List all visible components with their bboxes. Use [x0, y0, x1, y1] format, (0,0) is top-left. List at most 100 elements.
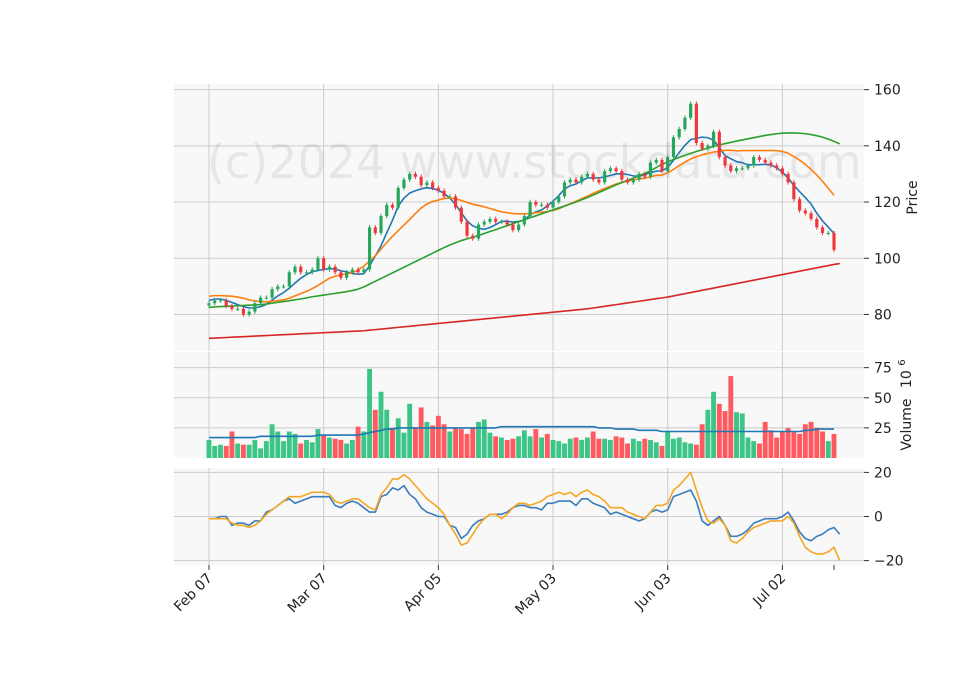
volume-bar	[676, 437, 682, 458]
candle-body	[224, 300, 228, 307]
candle-body	[786, 173, 790, 183]
candle-body	[241, 308, 245, 315]
candle-body	[712, 131, 716, 146]
volume-bar	[527, 436, 533, 458]
candle-body	[557, 196, 561, 203]
candle-body	[253, 303, 257, 312]
volume-bar	[636, 441, 642, 458]
volume-bar	[487, 432, 493, 458]
volume-bar	[544, 433, 550, 458]
oscillator-tick-label: 0	[874, 510, 883, 526]
volume-bar	[275, 431, 281, 458]
candle-body	[723, 157, 727, 166]
candle-body	[660, 159, 664, 172]
volume-bar	[326, 437, 332, 458]
price-tick-label: 100	[874, 251, 901, 267]
candle-body	[218, 300, 223, 302]
candle-body	[367, 227, 372, 270]
volume-bar	[831, 433, 837, 458]
candle-body	[694, 103, 698, 144]
candle-body	[264, 297, 268, 299]
volume-bar	[533, 429, 539, 458]
date-tick-label: Mar 07	[285, 571, 331, 617]
volume-bar	[246, 444, 252, 458]
volume-bar	[808, 421, 814, 458]
volume-bar	[447, 431, 453, 458]
candle-body	[442, 190, 446, 197]
volume-bar	[355, 426, 361, 458]
volume-bar	[470, 427, 476, 458]
volume-bar	[481, 419, 487, 458]
volume-bar	[384, 409, 390, 458]
date-tick-label: Feb 07	[171, 571, 216, 616]
volume-bar	[820, 431, 825, 458]
candle-body	[689, 103, 693, 118]
volume-bar	[550, 439, 556, 458]
volume-bar	[315, 429, 321, 458]
volume-bar	[757, 443, 762, 458]
candle-body	[792, 182, 796, 200]
candle-body	[580, 176, 584, 183]
volume-bar	[332, 438, 338, 458]
candle-body	[539, 204, 544, 206]
watermark-text: (c)2024 www.stockdata.com	[207, 135, 862, 189]
candle-body	[608, 168, 612, 172]
volume-bar	[659, 445, 665, 458]
volume-bar	[722, 411, 728, 458]
volume-bar	[252, 439, 258, 458]
volume-bar	[671, 438, 676, 458]
oscillator-axis-ticks: −20 0 20	[864, 465, 904, 570]
candle-body	[729, 165, 733, 172]
candle-body	[700, 143, 704, 149]
candle-body	[614, 168, 618, 172]
volume-bar	[642, 438, 648, 458]
candle-body	[671, 137, 676, 158]
volume-label-exponent-base: 10	[899, 370, 915, 388]
volume-bar	[516, 436, 522, 458]
volume-bar	[814, 427, 820, 458]
stock-chart: (c)2024 www.stockdata.com 80 100 120 140 160…	[0, 0, 960, 690]
volume-bar	[607, 439, 613, 458]
volume-bar	[281, 441, 286, 458]
volume-bar	[785, 427, 791, 458]
candle-body	[259, 297, 263, 304]
volume-bar	[510, 438, 516, 458]
price-panel-background	[174, 84, 864, 351]
volume-bar	[751, 441, 757, 458]
volume-bar	[493, 436, 499, 458]
price-panel: (c)2024 www.stockdata.com 80 100 120 140 160…	[174, 83, 921, 351]
candle-body	[333, 266, 337, 273]
volume-bar	[688, 443, 694, 458]
candle-body	[230, 306, 234, 309]
candle-body	[373, 227, 377, 233]
candle-body	[322, 258, 326, 270]
price-axis-label: Price	[905, 180, 921, 214]
price-tick-label: 80	[874, 307, 892, 323]
candle-body	[717, 131, 721, 158]
candle-body	[820, 227, 825, 233]
candle-body	[775, 165, 779, 169]
volume-label-word: Volume	[899, 399, 915, 451]
candle-body	[752, 157, 756, 166]
volume-bar	[619, 437, 625, 458]
volume-bar	[435, 415, 441, 458]
volume-bar	[602, 438, 608, 458]
candle-body	[276, 286, 280, 290]
candle-body	[482, 221, 486, 225]
volume-bar	[298, 443, 304, 458]
candle-body	[574, 179, 578, 183]
volume-bar	[682, 442, 688, 458]
volume-bar	[269, 424, 275, 458]
candle-body	[396, 187, 400, 208]
volume-bar	[344, 443, 350, 458]
volume-axis-label: Volume 10 6	[897, 359, 915, 450]
volume-bar	[705, 409, 711, 458]
candle-body	[551, 202, 555, 208]
volume-bar	[235, 443, 241, 458]
candle-body	[603, 171, 607, 183]
volume-bar	[762, 421, 768, 458]
candle-body	[677, 128, 681, 138]
candle-body	[620, 171, 624, 180]
volume-tick-label: 25	[874, 421, 892, 437]
volume-bar	[825, 441, 831, 458]
